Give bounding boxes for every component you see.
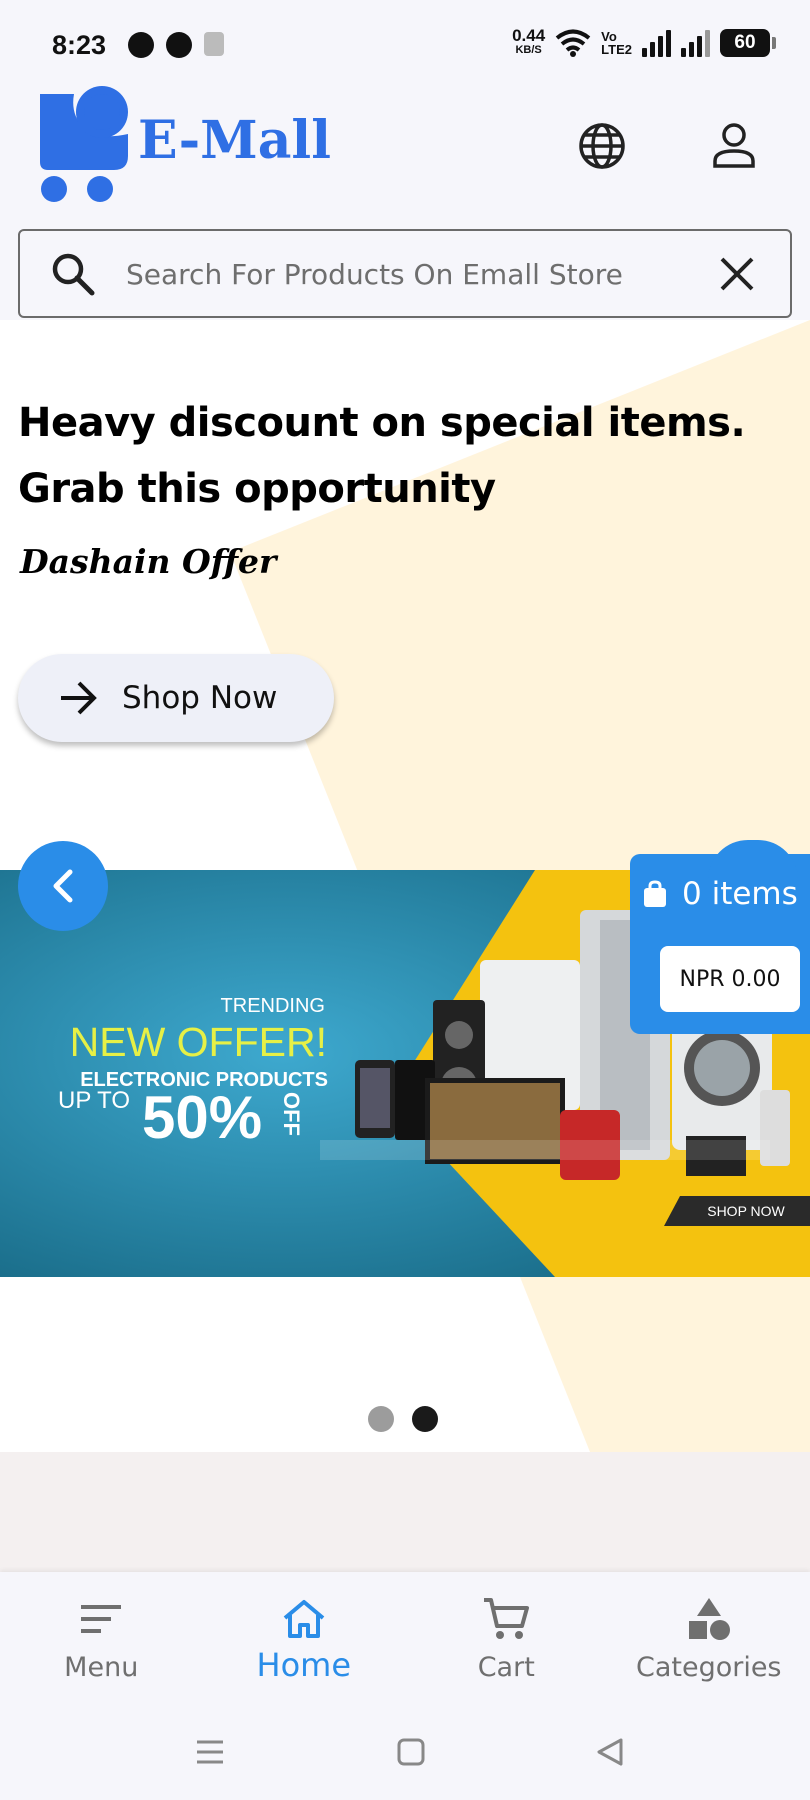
banner-off: OFF [279,1092,304,1136]
home-system-button[interactable] [391,1732,431,1772]
cart-items-count: 0 items [642,876,798,912]
banner-offer: NEW OFFER! [70,1019,327,1065]
content-placeholder [0,1452,810,1572]
shop-now-button[interactable]: Shop Now [18,654,334,742]
search-input[interactable] [126,249,686,299]
account-button[interactable] [702,114,766,178]
signal-icon-2 [681,29,710,57]
messenger-icon [166,32,192,58]
banner-shop-now: SHOP NOW [707,1203,785,1219]
chevron-left-icon [53,869,73,903]
arrow-right-icon [58,680,98,716]
emall-logo [40,86,128,202]
network-speed: 0.44 KB/S [512,26,546,56]
recents-icon [197,1740,223,1764]
hero-headline: Heavy discount on special items. Grab th… [18,400,746,512]
carousel-dot[interactable] [368,1406,394,1432]
banner-trending: TRENDING [221,995,325,1017]
status-time: 8:23 [52,30,107,60]
search-bar [18,229,792,318]
status-bar: 8:23 0.44 KB/S Vo LTE2 60 [0,0,810,90]
nav-menu[interactable]: Menu [0,1572,203,1702]
back-system-button[interactable] [590,1732,630,1772]
cart-total-price: NPR 0.00 [660,946,800,1012]
floating-cart-widget[interactable]: 0 items NPR 0.00 [630,840,810,1034]
search-icon [52,253,95,296]
nav-cart[interactable]: Cart [405,1572,608,1702]
snapchat-icon [128,32,154,58]
user-icon [713,123,755,168]
close-icon[interactable] [718,255,756,293]
wifi-icon [555,29,591,57]
nav-cart-label: Cart [477,1652,535,1683]
carousel-dot-active[interactable] [412,1406,438,1432]
shop-now-label: Shop Now [122,680,278,716]
square-home-icon [397,1738,425,1766]
cart-icon [484,1598,530,1639]
notification-icons [128,32,224,58]
shopping-bag-icon [644,880,666,907]
status-indicators: 0.44 KB/S Vo LTE2 60 [512,26,776,58]
banner-percent: 50% [142,1084,262,1151]
system-navigation-bar [0,1702,810,1800]
hero-subtitle: Dashain Offer [20,542,277,581]
globe-icon [579,123,625,169]
battery-icon: 60 [720,29,776,57]
menu-icon [81,1605,122,1633]
nav-categories-label: Categories [635,1652,782,1683]
banner-upto: UP TO [58,1087,130,1114]
hero-section: Heavy discount on special items. Grab th… [0,320,810,1452]
nav-menu-label: Menu [64,1652,139,1683]
brand-name: E-Mall [138,110,331,171]
nav-home-label: Home [256,1646,352,1684]
nav-home[interactable]: Home [203,1572,406,1702]
nav-categories[interactable]: Categories [608,1572,810,1702]
signal-icon [642,29,671,57]
language-button[interactable] [570,114,634,178]
carousel-prev-button[interactable] [18,841,108,931]
categories-icon [688,1598,730,1640]
app-notification-icon [204,32,224,56]
back-triangle-icon [597,1738,623,1766]
carousel-indicators [368,1406,438,1432]
app-header: E-Mall [0,80,810,210]
recent-apps-button[interactable] [190,1732,230,1772]
volte-indicator: Vo LTE2 [601,29,632,57]
home-icon [283,1600,325,1638]
bottom-navigation: Menu Home Cart Categories [0,1572,810,1702]
